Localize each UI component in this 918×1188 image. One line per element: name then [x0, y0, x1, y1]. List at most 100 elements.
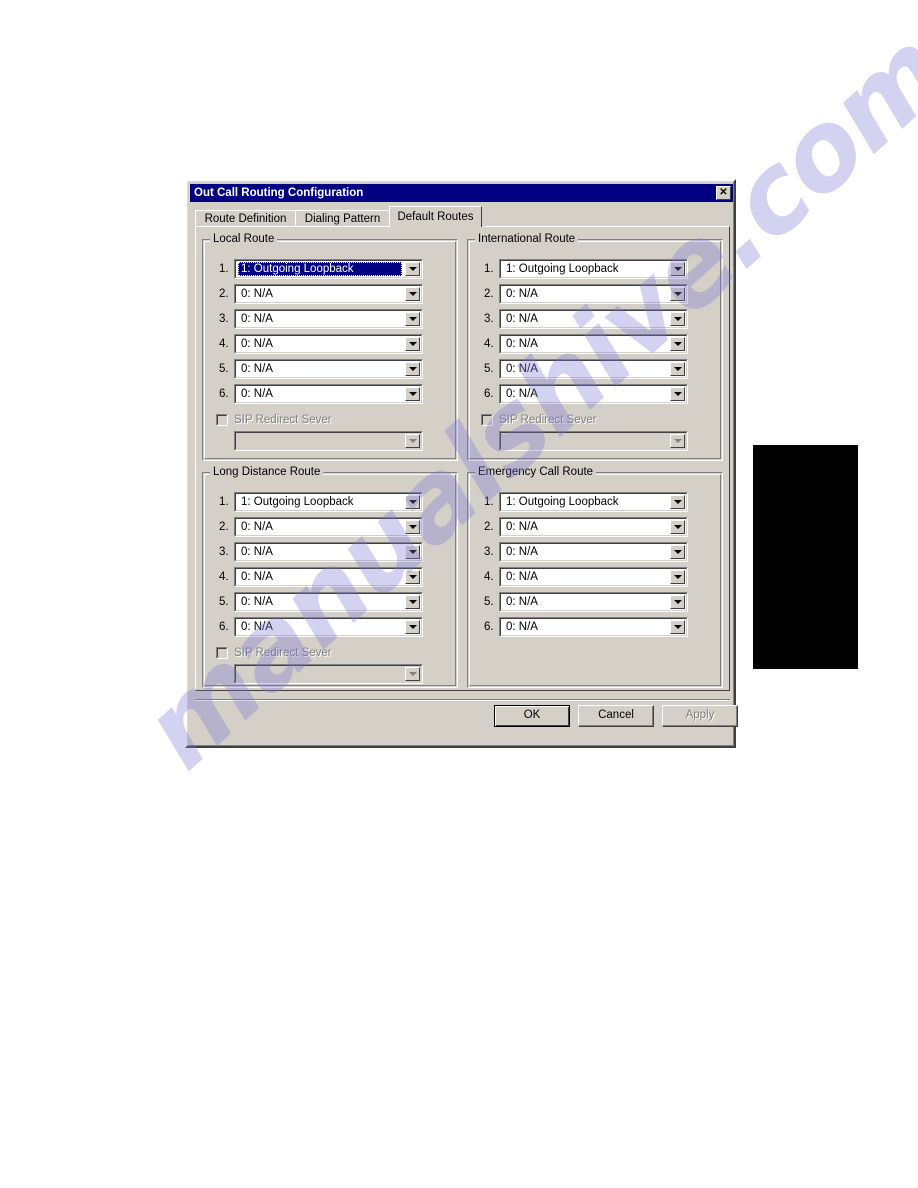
route-index-label: 6.: [484, 387, 494, 400]
route-row: 3. 0: N/A: [216, 541, 431, 562]
route-combobox-1[interactable]: 1: Outgoing Loopback: [234, 491, 423, 512]
route-combobox-4[interactable]: 0: N/A: [499, 566, 688, 587]
chevron-down-icon[interactable]: [670, 286, 685, 301]
route-row: 6. 0: N/A: [481, 616, 696, 637]
close-icon[interactable]: ✕: [716, 186, 731, 200]
chevron-down-icon[interactable]: [670, 336, 685, 351]
tab-route-definition[interactable]: Route Definition: [195, 210, 296, 227]
chevron-down-icon[interactable]: [405, 311, 420, 326]
chevron-down-glyph: [673, 266, 682, 271]
chevron-down-icon[interactable]: [670, 594, 685, 609]
route-combobox-3[interactable]: 0: N/A: [234, 541, 423, 562]
route-row: 1. 1: Outgoing Loopback: [481, 491, 696, 512]
route-combobox-5[interactable]: 0: N/A: [234, 358, 423, 379]
route-combobox-value: 1: Outgoing Loopback: [241, 495, 354, 508]
chevron-down-glyph: [673, 366, 682, 371]
route-index-label: 1.: [219, 495, 229, 508]
route-combobox-2[interactable]: 0: N/A: [499, 283, 688, 304]
chevron-down-icon[interactable]: [670, 311, 685, 326]
route-row: 5. 0: N/A: [216, 358, 431, 379]
chevron-down-glyph: [408, 549, 417, 554]
chevron-down-icon: [405, 434, 420, 448]
route-combobox-value: 0: N/A: [506, 312, 538, 325]
chevron-down-icon[interactable]: [405, 619, 420, 634]
route-combobox-4[interactable]: 0: N/A: [234, 566, 423, 587]
sip-redirect-server-combobox: [234, 431, 423, 451]
chevron-down-icon[interactable]: [405, 336, 420, 351]
route-combobox-1[interactable]: 1: Outgoing Loopback: [499, 258, 688, 279]
sip-redirect-server-label: SIP Redirect Sever: [234, 647, 332, 659]
route-combobox-5[interactable]: 0: N/A: [499, 358, 688, 379]
route-index-label: 5.: [219, 362, 229, 375]
out-call-routing-configuration-dialog: Out Call Routing Configuration ✕ Route D…: [185, 179, 738, 748]
chevron-down-icon[interactable]: [670, 519, 685, 534]
chevron-down-icon[interactable]: [670, 619, 685, 634]
route-combobox-value: 0: N/A: [506, 287, 538, 300]
route-index-label: 2.: [484, 520, 494, 533]
window-title: Out Call Routing Configuration: [194, 187, 364, 199]
route-combobox-3[interactable]: 0: N/A: [234, 308, 423, 329]
tab-default-routes[interactable]: Default Routes: [389, 206, 482, 227]
chevron-down-icon[interactable]: [670, 544, 685, 559]
page-edge-marker: [753, 445, 858, 669]
chevron-down-icon[interactable]: [405, 544, 420, 559]
route-combobox-3[interactable]: 0: N/A: [499, 541, 688, 562]
tab-dialing-pattern[interactable]: Dialing Pattern: [295, 210, 390, 227]
route-combobox-value: 0: N/A: [506, 337, 538, 350]
chevron-down-icon[interactable]: [670, 494, 685, 509]
sip-redirect-server-row: SIP Redirect Sever: [481, 413, 597, 427]
route-combobox-2[interactable]: 0: N/A: [499, 516, 688, 537]
sip-redirect-server-combobox: [234, 664, 423, 684]
route-combobox-4[interactable]: 0: N/A: [499, 333, 688, 354]
chevron-down-icon[interactable]: [405, 569, 420, 584]
sip-redirect-server-checkbox: [216, 647, 228, 659]
ok-button[interactable]: OK: [494, 705, 570, 727]
route-combobox-6[interactable]: 0: N/A: [499, 616, 688, 637]
route-combobox-6[interactable]: 0: N/A: [234, 383, 423, 404]
route-combobox-6[interactable]: 0: N/A: [234, 616, 423, 637]
chevron-down-icon[interactable]: [405, 361, 420, 376]
chevron-down-icon[interactable]: [405, 594, 420, 609]
route-combobox-1[interactable]: 1: Outgoing Loopback: [499, 491, 688, 512]
chevron-down-glyph: [673, 524, 682, 529]
group-title: Long Distance Route: [210, 466, 324, 478]
sip-redirect-server-row: SIP Redirect Sever: [216, 413, 332, 427]
chevron-down-icon[interactable]: [405, 494, 420, 509]
route-combobox-value: 0: N/A: [506, 595, 538, 608]
route-combobox-4[interactable]: 0: N/A: [234, 333, 423, 354]
chevron-down-icon[interactable]: [405, 286, 420, 301]
route-row: 4. 0: N/A: [481, 566, 696, 587]
route-combobox-3[interactable]: 0: N/A: [499, 308, 688, 329]
chevron-down-icon[interactable]: [405, 386, 420, 401]
sip-redirect-server-value: [238, 434, 402, 448]
route-combobox-value: 1: Outgoing Loopback: [506, 262, 619, 275]
route-combobox-value: 0: N/A: [506, 545, 538, 558]
route-index-label: 5.: [219, 595, 229, 608]
route-combobox-1[interactable]: 1: Outgoing Loopback: [234, 258, 423, 279]
route-row: 6. 0: N/A: [216, 616, 431, 637]
chevron-down-icon[interactable]: [670, 261, 685, 276]
chevron-down-icon[interactable]: [670, 386, 685, 401]
route-index-label: 5.: [484, 595, 494, 608]
tab-page-default-routes: Local Route 1. 1: Outgoing Loopback 2. 0: N/…: [195, 226, 730, 691]
route-row: 1. 1: Outgoing Loopback: [216, 491, 431, 512]
route-combobox-value: 0: N/A: [241, 545, 273, 558]
chevron-down-icon[interactable]: [405, 261, 420, 276]
group-title: Local Route: [210, 233, 278, 245]
route-combobox-2[interactable]: 0: N/A: [234, 283, 423, 304]
chevron-down-glyph: [673, 341, 682, 346]
chevron-down-icon[interactable]: [405, 519, 420, 534]
cancel-button[interactable]: Cancel: [578, 705, 654, 727]
route-combobox-2[interactable]: 0: N/A: [234, 516, 423, 537]
chevron-down-icon[interactable]: [670, 361, 685, 376]
sip-redirect-server-value: [503, 434, 667, 448]
route-combobox-5[interactable]: 0: N/A: [499, 591, 688, 612]
route-row: 2. 0: N/A: [216, 283, 431, 304]
route-combobox-6[interactable]: 0: N/A: [499, 383, 688, 404]
route-combobox-5[interactable]: 0: N/A: [234, 591, 423, 612]
apply-button-label: Apply: [685, 709, 715, 722]
route-combobox-value: 0: N/A: [241, 595, 273, 608]
chevron-down-icon[interactable]: [670, 569, 685, 584]
chevron-down-glyph: [673, 316, 682, 321]
sip-redirect-server-checkbox: [216, 414, 228, 426]
